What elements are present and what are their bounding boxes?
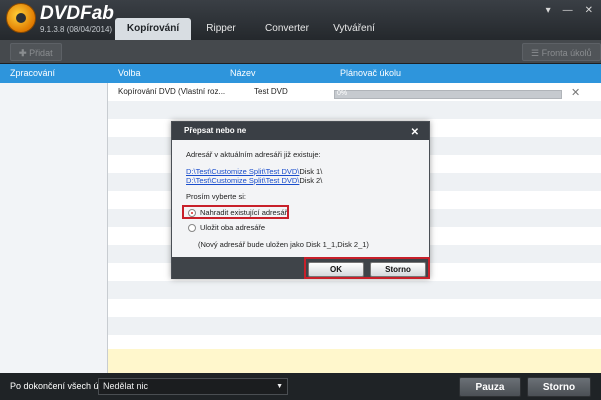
existing-path-1-tail: Disk 1\	[299, 167, 323, 176]
column-scheduler: Plánovač úkolu	[340, 68, 402, 78]
plus-icon: ✚	[19, 48, 27, 58]
table-row	[108, 281, 601, 299]
dropdown-menu-icon[interactable]: ▾	[546, 5, 551, 16]
replace-radio[interactable]	[188, 209, 196, 217]
column-name: Název	[230, 68, 256, 78]
column-option: Volba	[118, 68, 141, 78]
overwrite-dialog: Přepsat nebo ne ✕ Adresář v aktuálním ad…	[171, 121, 430, 279]
task-queue-label: Fronta úkolů	[541, 48, 592, 58]
add-button[interactable]: ✚ Přidat	[10, 43, 62, 61]
column-processing: Zpracování	[10, 68, 56, 78]
remove-task-icon[interactable]: ✕	[571, 86, 580, 99]
existing-path-1-link[interactable]: D:\Test\Customize Split\Test DVD\	[186, 167, 299, 176]
tab-converter[interactable]: Converter	[251, 18, 323, 40]
dialog-close-icon[interactable]: ✕	[411, 124, 419, 142]
dialog-cancel-button[interactable]: Storno	[370, 262, 426, 277]
existing-path-2-link[interactable]: D:\Test\Customize Split\Test DVD\	[186, 176, 299, 185]
app-brand: DVDFab	[40, 3, 114, 24]
app-version: 9.1.3.8 (08/04/2014)	[40, 25, 113, 34]
pause-button[interactable]: Pauza	[459, 377, 521, 397]
cancel-all-button[interactable]: Storno	[527, 377, 591, 397]
tab-kopirovani[interactable]: Kopírování	[115, 18, 191, 40]
add-button-label: Přidat	[29, 48, 53, 58]
after-tasks-select[interactable]: Nedělat nic ▼	[98, 378, 288, 395]
toolbar: ✚ Přidat ☰ Fronta úkolů	[0, 40, 601, 64]
dialog-note: (Nový adresář bude uložen jako Disk 1_1,…	[198, 240, 369, 249]
table-row[interactable]: Kopírování DVD (Vlastní roz... Test DVD …	[108, 83, 601, 101]
task-option: Kopírování DVD (Vlastní roz...	[118, 87, 226, 96]
dialog-message: Adresář v aktuálním adresáři již existuj…	[186, 150, 321, 159]
minimize-icon[interactable]: —	[563, 5, 573, 16]
dialog-title-text: Přepsat nebo ne	[184, 126, 247, 135]
existing-path-1: D:\Test\Customize Split\Test DVD\Disk 1\	[186, 167, 322, 176]
main-tabs: Kopírování Ripper Converter Vytváření	[115, 18, 385, 40]
task-progress-text: 0%	[337, 90, 348, 97]
footer-bar: Po dokončení všech úkolů: Nedělat nic ▼ …	[0, 373, 601, 400]
processing-pane	[0, 83, 108, 373]
dvdfab-logo-icon	[6, 3, 36, 33]
task-name: Test DVD	[254, 87, 288, 96]
table-row	[108, 317, 601, 335]
column-header: Zpracování Volba Název Plánovač úkolu	[0, 64, 601, 83]
chevron-down-icon: ▼	[276, 383, 283, 390]
dialog-title: Přepsat nebo ne ✕	[172, 122, 429, 140]
app-header: DVDFab 9.1.3.8 (08/04/2014) Kopírování R…	[0, 0, 601, 40]
queue-icon: ☰	[531, 48, 540, 58]
dialog-prompt: Prosím vyberte si:	[186, 192, 247, 201]
keep-both-radio[interactable]	[188, 224, 196, 232]
task-queue-button[interactable]: ☰ Fronta úkolů	[522, 43, 601, 61]
table-row	[108, 101, 601, 119]
tab-vytvareni[interactable]: Vytváření	[323, 18, 385, 40]
existing-path-2-tail: Disk 2\	[299, 176, 323, 185]
dialog-buttons-highlight: OK Storno	[304, 257, 430, 279]
info-strip	[108, 349, 601, 373]
existing-path-2: D:\Test\Customize Split\Test DVD\Disk 2\	[186, 176, 322, 185]
tab-ripper[interactable]: Ripper	[191, 18, 251, 40]
ok-button[interactable]: OK	[308, 262, 364, 277]
keep-both-option-label[interactable]: Uložit oba adresáře	[200, 223, 265, 232]
close-icon[interactable]: ✕	[585, 5, 593, 16]
window-controls: ▾ — ✕	[546, 5, 593, 16]
task-progress-bar: 0%	[334, 90, 562, 99]
after-tasks-value: Nedělat nic	[103, 381, 149, 391]
replace-option-label[interactable]: Nahradit existující adresář	[200, 208, 287, 217]
table-row	[108, 299, 601, 317]
